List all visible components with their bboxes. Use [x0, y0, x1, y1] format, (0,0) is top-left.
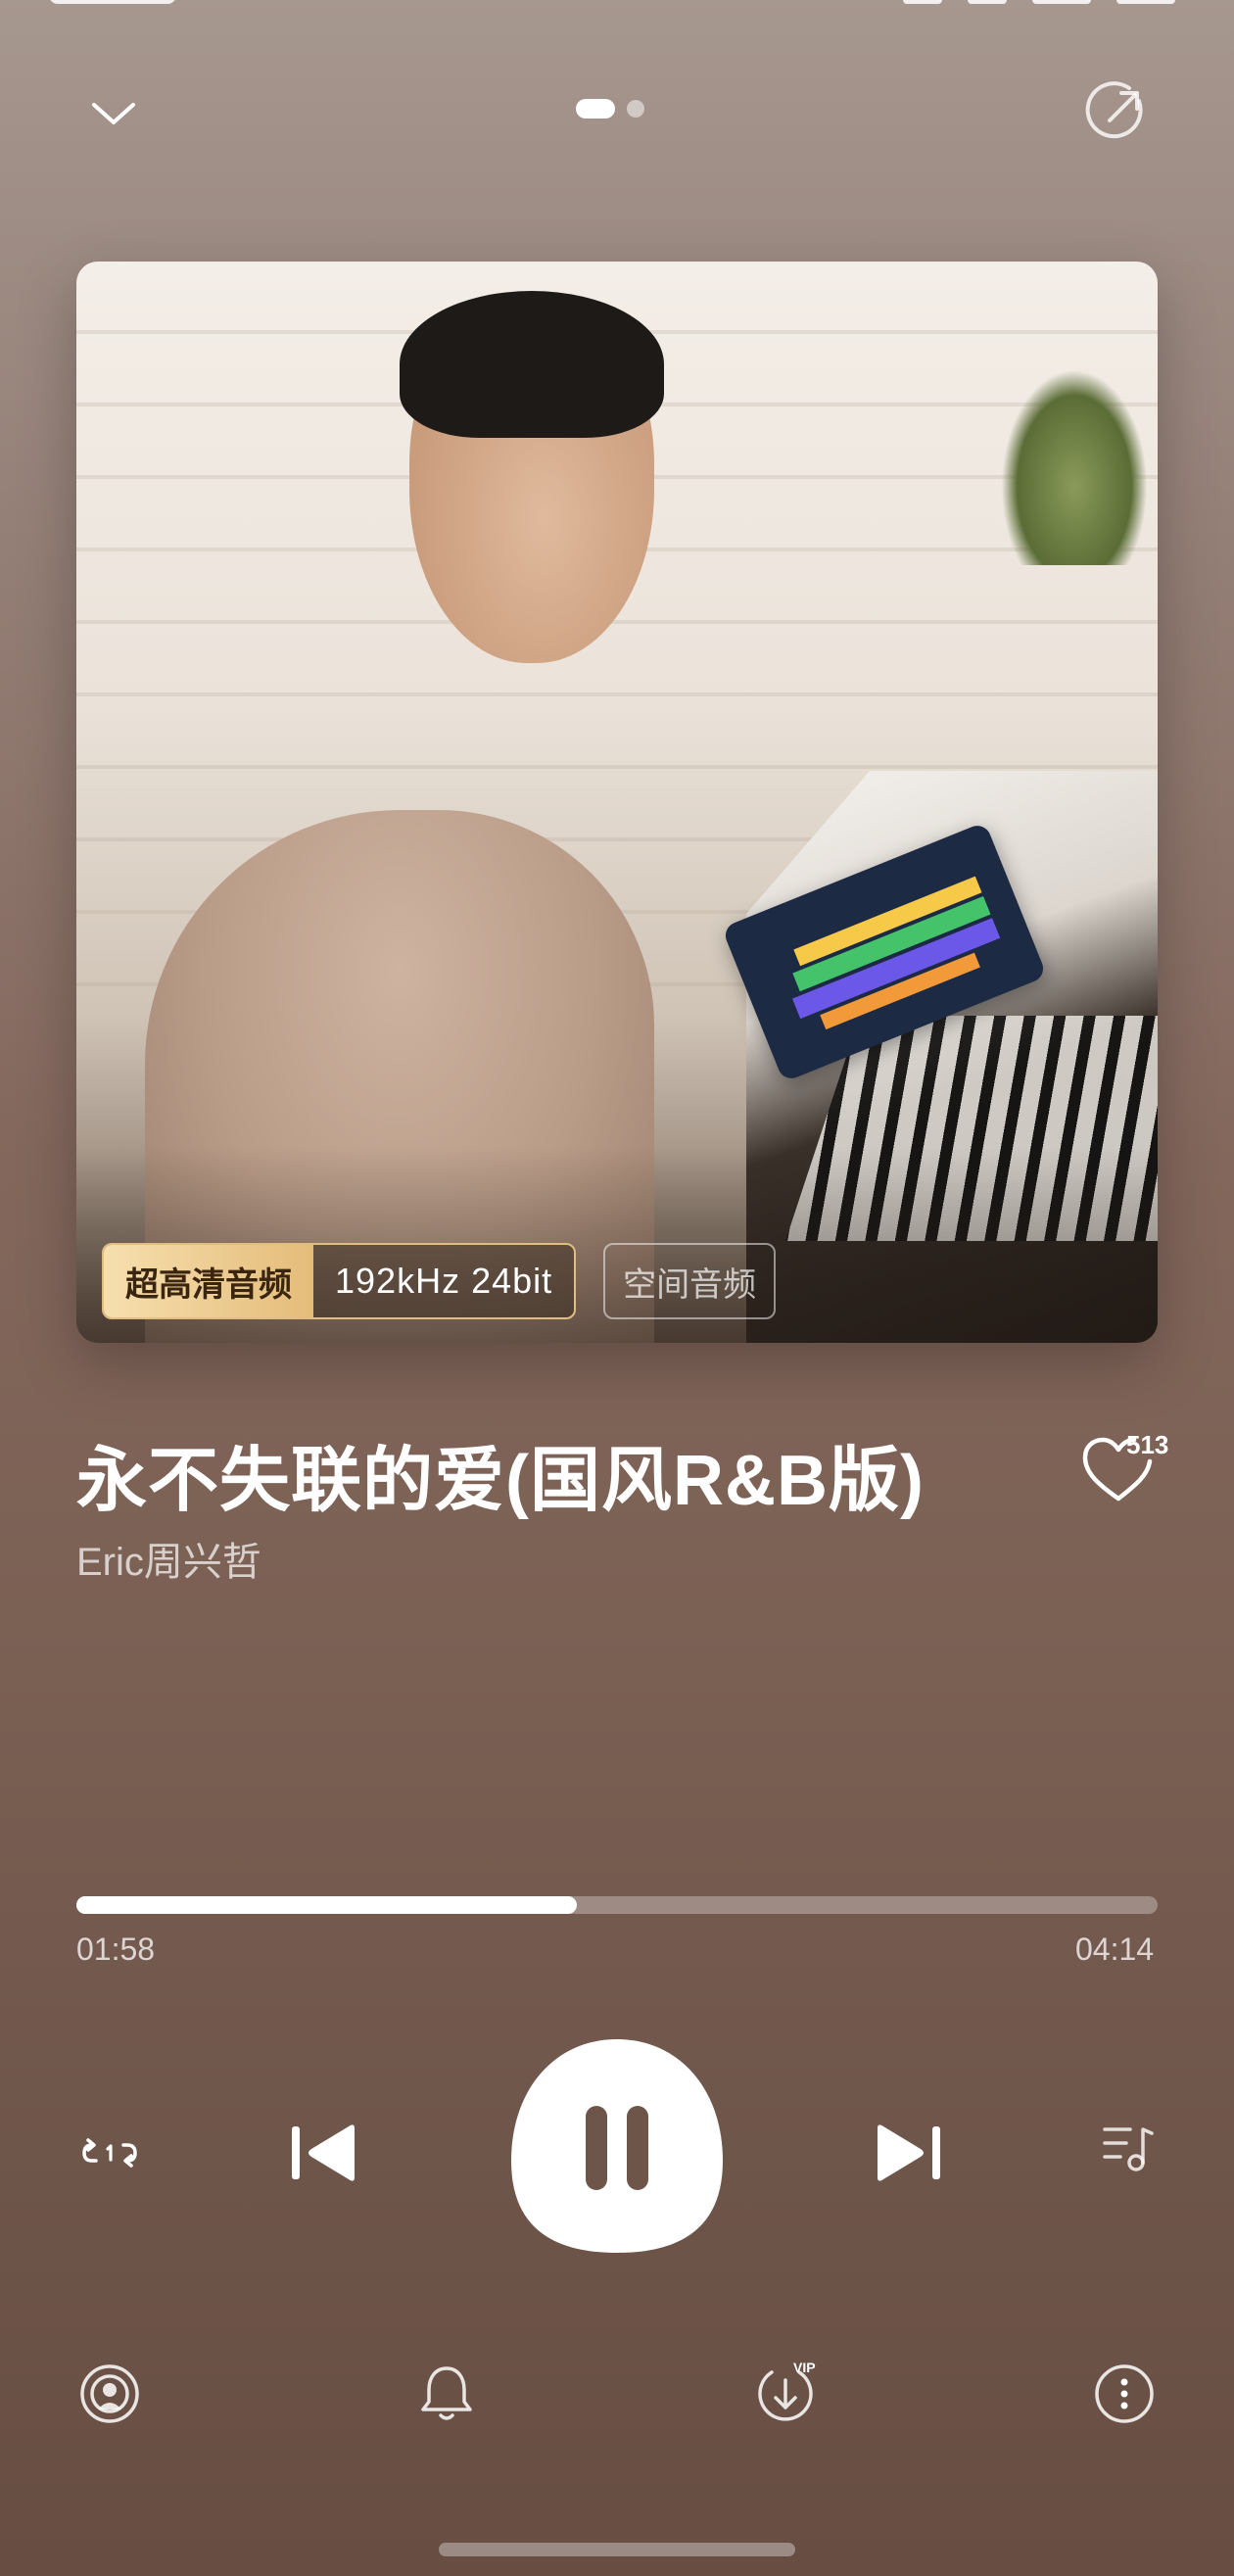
page-dot[interactable] — [627, 100, 644, 118]
repeat-one-button[interactable] — [71, 2114, 149, 2192]
hq-audio-label: 超高清音频 — [104, 1245, 313, 1317]
artwork-plant — [1001, 369, 1148, 565]
home-indicator[interactable] — [439, 2543, 795, 2556]
page-indicator — [576, 99, 644, 119]
album-artwork[interactable] — [76, 262, 1158, 1343]
page-dot-active — [576, 99, 615, 119]
chevron-down-icon[interactable] — [78, 78, 149, 149]
time-elapsed: 01:58 — [76, 1932, 156, 1967]
time-total: 04:14 — [1075, 1932, 1155, 1967]
song-title: 永不失联的爱(国风R&B版) — [76, 1442, 925, 1520]
artist-name[interactable]: Eric周兴哲 — [76, 1530, 261, 1587]
status-bar — [0, 0, 1234, 29]
audio-quality-badges: 超高清音频 192kHz 24bit 空间音频 — [102, 1243, 777, 1319]
cast-button[interactable] — [69, 2353, 151, 2435]
progress-bar[interactable] — [76, 1896, 1158, 1914]
like-count: 513 — [1126, 1430, 1169, 1459]
vip-download-icon: VIP — [758, 2360, 816, 2421]
bell-button[interactable] — [405, 2353, 488, 2435]
status-icons — [764, 0, 1175, 6]
hq-audio-badge[interactable]: 超高清音频 192kHz 24bit — [102, 1243, 577, 1319]
repeat-one-icon — [82, 2138, 137, 2168]
bell-icon — [421, 2366, 472, 2420]
more-button[interactable] — [1083, 2353, 1165, 2435]
progress-fill — [76, 1896, 578, 1914]
playlist-button[interactable] — [1087, 2106, 1169, 2188]
pause-icon — [511, 2039, 723, 2253]
share-arrow-icon[interactable] — [1077, 71, 1160, 153]
next-track-icon — [878, 2124, 940, 2181]
vip-download-button[interactable]: VIP — [744, 2353, 827, 2435]
status-time — [49, 0, 176, 4]
previous-track-button[interactable] — [276, 2106, 370, 2200]
vip-badge: VIP — [793, 2360, 816, 2375]
previous-track-icon — [292, 2124, 355, 2181]
next-track-button[interactable] — [862, 2106, 956, 2200]
artwork-person-hair — [400, 291, 664, 438]
pause-button[interactable] — [507, 2035, 727, 2255]
playlist-icon — [1103, 2127, 1154, 2171]
cast-icon — [80, 2364, 139, 2423]
spatial-audio-badge[interactable]: 空间音频 — [603, 1243, 777, 1319]
hq-audio-spec: 192kHz 24bit — [313, 1245, 575, 1317]
more-icon — [1095, 2364, 1154, 2423]
